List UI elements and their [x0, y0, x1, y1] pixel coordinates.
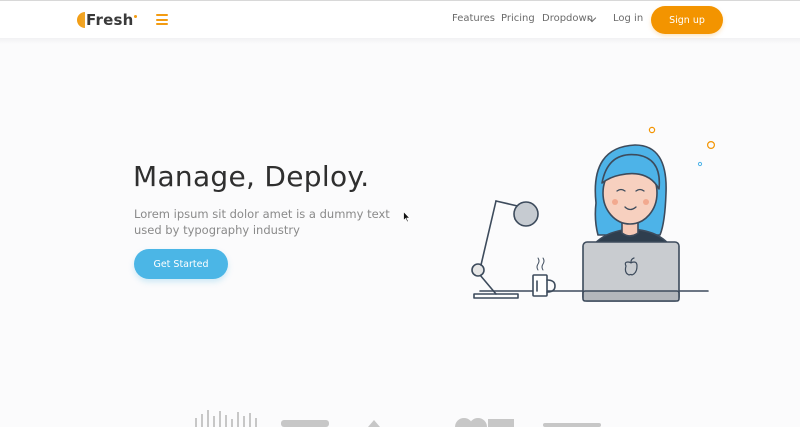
hero-illustration: [471, 126, 716, 302]
partner-logo-mark: [368, 420, 380, 427]
decor-circle: [697, 161, 703, 167]
desk-lamp: [471, 200, 539, 299]
partner-logo-wordmark: [281, 420, 329, 427]
nav-links: Features Pricing Dropdown Log in Sign up: [0, 1, 800, 38]
hero-title: Manage, Deploy.: [133, 160, 370, 193]
partner-logo-text: [543, 423, 601, 427]
get-started-button[interactable]: Get Started: [134, 249, 228, 279]
partner-logos-strip: [195, 410, 601, 427]
mouse-pointer-icon: [403, 211, 411, 223]
signup-button[interactable]: Sign up: [651, 6, 723, 34]
nav-link-pricing[interactable]: Pricing: [501, 13, 535, 24]
partner-logo-badge: [455, 418, 514, 427]
hero-subtitle: Lorem ipsum sit dolor amet is a dummy te…: [134, 207, 390, 237]
decor-circle: [648, 126, 656, 134]
laptop: [582, 241, 680, 302]
navbar-shadow: [0, 38, 800, 44]
partner-logo-bars: [195, 410, 257, 427]
nav-link-login[interactable]: Log in: [613, 13, 643, 24]
nav-link-features[interactable]: Features: [452, 13, 495, 24]
nav-link-dropdown[interactable]: Dropdown: [542, 13, 593, 24]
decor-circle: [707, 141, 716, 150]
